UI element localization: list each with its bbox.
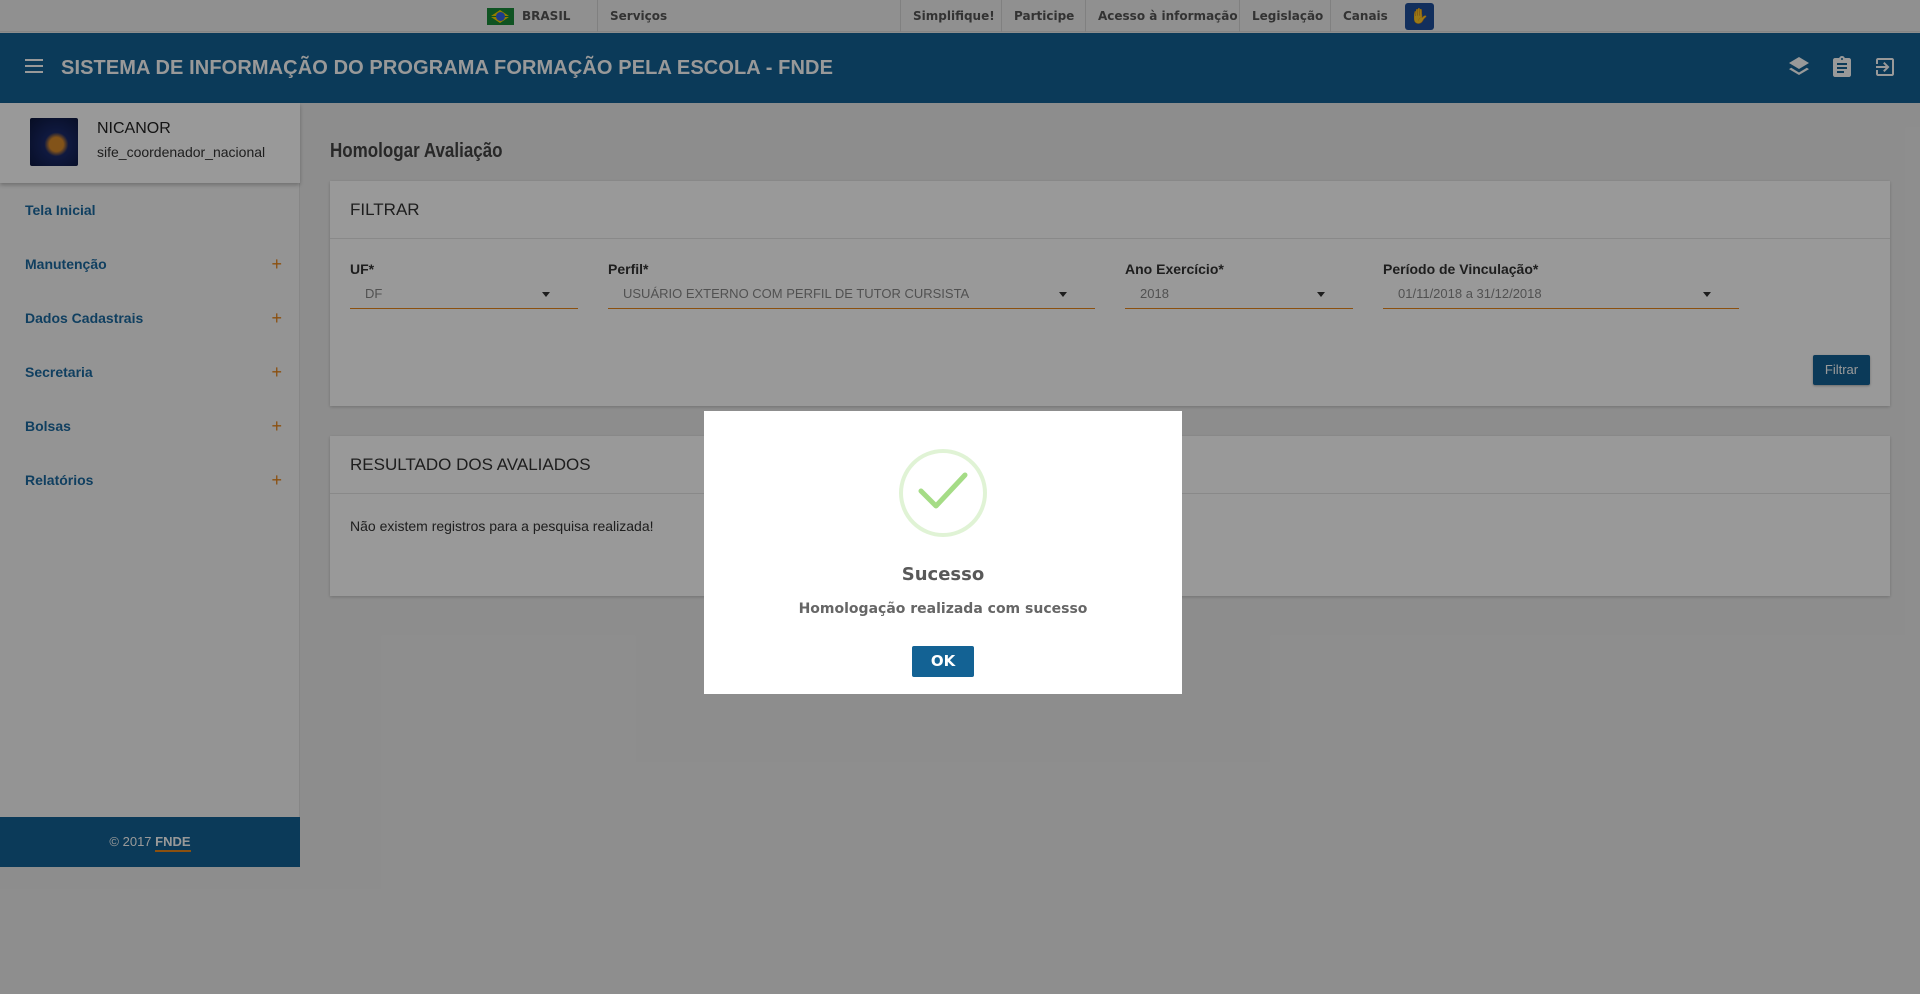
success-check-icon	[899, 449, 987, 537]
dialog-message: Homologação realizada com sucesso	[798, 601, 1088, 617]
dialog-title: Sucesso	[901, 564, 985, 585]
ok-button[interactable]: OK	[912, 646, 974, 677]
success-dialog: Sucesso Homologação realizada com sucess…	[704, 411, 1182, 694]
